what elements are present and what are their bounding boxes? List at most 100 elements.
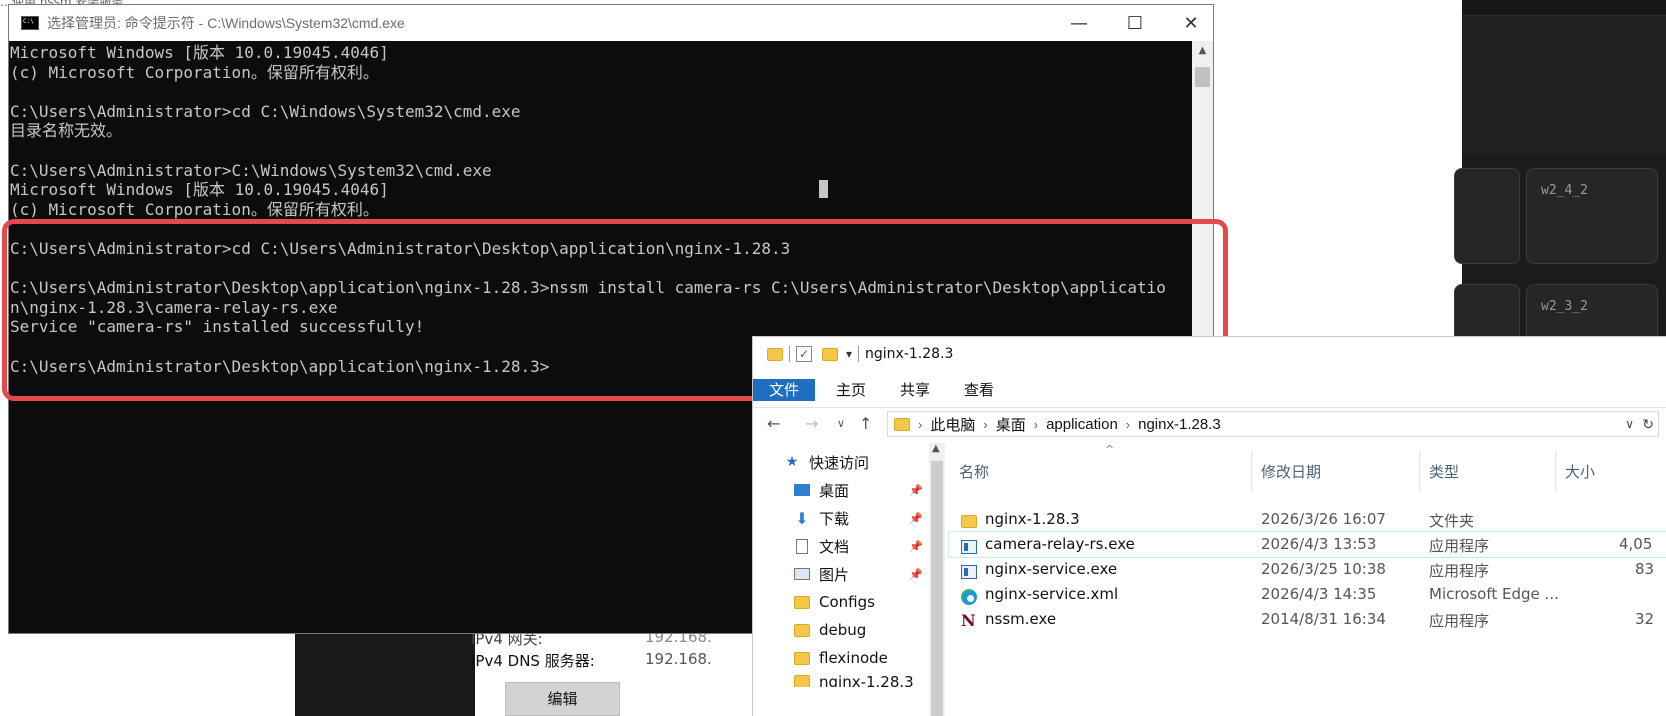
- file-date: 2014/8/31 16:34: [1261, 610, 1386, 628]
- scroll-up-arrow-icon[interactable]: ▲: [932, 443, 940, 454]
- file-size: 4,05: [1619, 535, 1653, 553]
- file-type: 文件夹: [1429, 512, 1475, 530]
- file-name: nssm.exe: [985, 610, 1057, 628]
- tab-file[interactable]: 文件: [753, 379, 815, 401]
- refresh-icon[interactable]: ↻: [1642, 416, 1654, 433]
- nav-label: 文档: [819, 537, 850, 556]
- nav-quick-access[interactable]: ★ 快速访问: [783, 449, 923, 475]
- nav-label: flexinode: [819, 649, 888, 667]
- column-divider[interactable]: [1251, 451, 1252, 491]
- console-line: 目录名称无效。: [10, 121, 123, 141]
- breadcrumb-desktop[interactable]: 桌面: [996, 414, 1026, 435]
- nav-item-downloads[interactable]: ⬇ 下载 📌: [793, 505, 933, 531]
- nav-label: debug: [819, 621, 867, 639]
- file-explorer-window: ✓ ▾ nginx-1.28.3 文件 主页 共享 查看 ← → ∨ ↑ › 此…: [752, 336, 1666, 716]
- dark-app-panel: w2_4_2 w2_3_2: [1454, 0, 1666, 344]
- text-cursor: [819, 180, 828, 198]
- column-header-type[interactable]: 类型: [1429, 461, 1459, 482]
- column-header-size[interactable]: 大小: [1565, 461, 1595, 482]
- folder-icon: [767, 347, 783, 361]
- nav-item-documents[interactable]: 文档 📌: [793, 533, 933, 559]
- pictures-icon: [793, 566, 811, 582]
- breadcrumb-this-pc[interactable]: 此电脑: [930, 414, 975, 435]
- scroll-up-arrow-icon[interactable]: ▲: [1192, 45, 1213, 61]
- file-row[interactable]: nginx-service.exe 2026/3/25 10:38 应用程序 8…: [949, 557, 1666, 582]
- customize-toolbar-icon[interactable]: ▾: [846, 347, 852, 361]
- file-date: 2026/4/3 13:53: [1261, 535, 1377, 553]
- file-row[interactable]: nginx-1.28.3 2026/3/26 16:07 文件夹: [949, 507, 1666, 532]
- nav-label: 下载: [819, 509, 850, 528]
- tab-view[interactable]: 查看: [959, 379, 999, 401]
- breadcrumb-separator-icon: ›: [918, 416, 923, 432]
- dark-panel-strip: [1462, 0, 1666, 16]
- nav-item-flexinode[interactable]: flexinode: [793, 645, 933, 671]
- ipv4-dns-value: 192.168.: [645, 650, 712, 668]
- close-button[interactable]: ✕: [1163, 5, 1219, 41]
- column-header-date[interactable]: 修改日期: [1261, 461, 1321, 482]
- file-type: 应用程序: [1429, 562, 1490, 580]
- address-bar[interactable]: › 此电脑 › 桌面 › application › nginx-1.28.3 …: [887, 411, 1659, 437]
- tab-share[interactable]: 共享: [895, 379, 935, 401]
- edit-button[interactable]: 编辑: [505, 682, 620, 716]
- nav-item-desktop[interactable]: 桌面 📌: [793, 477, 933, 503]
- pin-icon[interactable]: 📌: [909, 484, 923, 497]
- recent-locations-chevron-icon[interactable]: ∨: [837, 417, 845, 430]
- nav-pane-scrollbar[interactable]: ▲: [929, 443, 945, 716]
- tile-label: w2_4_2: [1541, 183, 1588, 198]
- maximize-button[interactable]: ☐: [1107, 5, 1163, 41]
- explorer-title: nginx-1.28.3: [865, 346, 954, 362]
- desktop-icon: [793, 482, 811, 498]
- document-icon: [793, 538, 811, 554]
- breadcrumb-application[interactable]: application: [1046, 416, 1118, 433]
- tab-home[interactable]: 主页: [831, 379, 871, 401]
- cmd-window-title: 选择管理员: 命令提示符 - C:\Windows\System32\cmd.e…: [47, 15, 405, 31]
- tile-w2-4-2[interactable]: w2_4_2: [1526, 168, 1658, 264]
- breadcrumb-separator-icon: ›: [1033, 416, 1039, 432]
- file-row[interactable]: camera-relay-rs.exe 2026/4/3 13:53 应用程序 …: [948, 531, 1666, 558]
- up-arrow-icon[interactable]: ↑: [859, 414, 872, 433]
- address-dropdown-icon[interactable]: ∨: [1625, 417, 1634, 431]
- file-list: ^ 名称 修改日期 类型 大小 nginx-1.28.3 2026/3/26 1…: [948, 443, 1666, 716]
- file-row[interactable]: N nssm.exe 2014/8/31 16:34 应用程序 32: [949, 607, 1666, 632]
- cmd-app-icon: [21, 16, 39, 30]
- folder-icon: [894, 417, 910, 431]
- nav-label: nginx-1.28.3: [819, 673, 914, 687]
- column-divider[interactable]: [1419, 451, 1420, 491]
- new-folder-icon[interactable]: [822, 347, 838, 361]
- breadcrumb-separator-icon: ›: [1125, 416, 1131, 432]
- column-header-name[interactable]: 名称: [959, 461, 989, 482]
- pin-icon[interactable]: 📌: [909, 512, 923, 525]
- file-row[interactable]: nginx-service.xml 2026/4/3 14:35 Microso…: [949, 582, 1666, 607]
- folder-icon: [793, 594, 811, 610]
- pin-icon[interactable]: 📌: [909, 568, 923, 581]
- folder-icon: [793, 622, 811, 638]
- file-date: 2026/4/3 14:35: [1261, 585, 1377, 603]
- pin-icon[interactable]: 📌: [909, 540, 923, 553]
- breadcrumb-nginx[interactable]: nginx-1.28.3: [1138, 416, 1221, 433]
- file-name: nginx-1.28.3: [985, 510, 1080, 528]
- nav-item-debug[interactable]: debug: [793, 617, 933, 643]
- nav-item-pictures[interactable]: 图片 📌: [793, 561, 933, 587]
- forward-arrow-icon[interactable]: →: [805, 414, 818, 433]
- toolbar-divider: [789, 346, 790, 362]
- console-line: Service "camera-rs" installed successful…: [10, 317, 425, 337]
- tile-left-bottom[interactable]: [1454, 284, 1520, 344]
- file-date: 2026/3/26 16:07: [1261, 510, 1386, 528]
- scroll-thumb[interactable]: [931, 461, 943, 716]
- cmd-titlebar[interactable]: 选择管理员: 命令提示符 - C:\Windows\System32\cmd.e…: [9, 5, 1213, 41]
- nav-label: 快速访问: [809, 453, 870, 472]
- console-line: (c) Microsoft Corporation。保留所有权利。: [10, 199, 379, 219]
- dark-panel-tiles: w2_4_2 w2_3_2: [1454, 154, 1666, 344]
- minimize-button[interactable]: —: [1051, 5, 1107, 41]
- scroll-thumb[interactable]: [1195, 67, 1210, 87]
- nav-label: 图片: [819, 565, 850, 584]
- column-divider[interactable]: [1555, 451, 1556, 491]
- tile-w2-3-2[interactable]: w2_3_2: [1526, 284, 1658, 344]
- back-arrow-icon[interactable]: ←: [767, 414, 780, 433]
- nav-item-nginx[interactable]: nginx-1.28.3: [793, 673, 933, 687]
- tile-left-top[interactable]: [1454, 168, 1520, 264]
- nav-item-configs[interactable]: Configs: [793, 589, 933, 615]
- properties-check-icon[interactable]: ✓: [796, 346, 812, 362]
